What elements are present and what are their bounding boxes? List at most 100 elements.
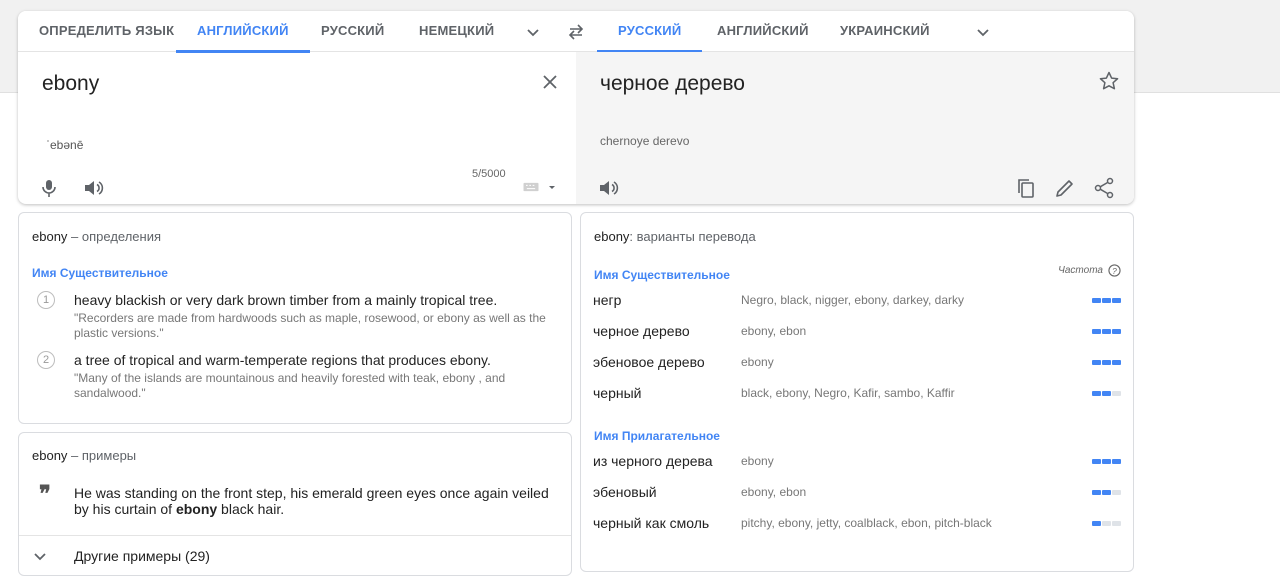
frequency-bars — [1092, 329, 1121, 334]
frequency-bar-segment — [1102, 521, 1111, 526]
frequency-bars — [1092, 298, 1121, 303]
examples-title-suffix: – примеры — [67, 448, 137, 463]
tab-target-ukrainian[interactable]: УКРАИНСКИЙ — [840, 11, 930, 52]
frequency-bar-segment — [1112, 521, 1121, 526]
frequency-bars — [1092, 490, 1121, 495]
frequency-bar-segment — [1102, 298, 1111, 303]
clear-text-icon[interactable] — [538, 70, 562, 94]
svg-text:?: ? — [1112, 266, 1117, 276]
star-icon[interactable] — [1097, 69, 1121, 93]
example-highlight: ebony — [175, 501, 218, 517]
translation-transliteration: chernoye derevo — [600, 134, 690, 148]
definition-number: 1 — [37, 291, 55, 309]
variant-word[interactable]: черный — [593, 385, 641, 401]
keyboard-dropdown-icon[interactable] — [545, 175, 559, 199]
variant-synonyms: Negro, black, nigger, ebony, darkey, dar… — [741, 293, 965, 307]
share-icon[interactable] — [1092, 176, 1116, 200]
variant-row[interactable]: эбеновое дерево ebony — [593, 352, 1121, 376]
variant-synonyms: ebony, ebon — [741, 485, 807, 499]
translation-card: ОПРЕДЕЛИТЬ ЯЗЫК АНГЛИЙСКИЙ РУССКИЙ НЕМЕЦ… — [18, 11, 1134, 204]
definition-text: heavy blackish or very dark brown timber… — [74, 292, 498, 308]
examples-word: ebony — [32, 448, 68, 463]
variant-word[interactable]: черный как смоль — [593, 515, 709, 531]
tab-source-german[interactable]: НЕМЕЦКИЙ — [419, 11, 494, 52]
variant-row[interactable]: черный black, ebony, Negro, Kafir, sambo… — [593, 383, 1121, 407]
frequency-bar-segment — [1092, 329, 1101, 334]
source-pane: ebony ˈebənē 5/5000 — [18, 52, 576, 204]
language-tabs-bar: ОПРЕДЕЛИТЬ ЯЗЫК АНГЛИЙСКИЙ РУССКИЙ НЕМЕЦ… — [18, 11, 1134, 53]
frequency-bars — [1092, 521, 1121, 526]
frequency-bar-segment — [1092, 360, 1101, 365]
frequency-bar-segment — [1092, 521, 1101, 526]
variant-row[interactable]: из черного дерева ebony — [593, 451, 1121, 475]
example-text-before: He was standing on the front step, his e… — [74, 485, 549, 517]
frequency-bar-segment — [1102, 391, 1111, 396]
variants-title-suffix: : варианты перевода — [629, 229, 756, 244]
more-examples-label: Другие примеры (29) — [74, 548, 210, 564]
translation-text: черное дерево — [600, 72, 745, 95]
examples-card: ebony – примеры ❞ He was standing on the… — [18, 432, 572, 576]
chevron-down-icon — [34, 553, 46, 561]
definition-text: a tree of tropical and warm-temperate re… — [74, 352, 491, 368]
variant-synonyms: ebony, ebon — [741, 324, 807, 338]
character-counter: 5/5000 — [472, 168, 506, 180]
frequency-bar-segment — [1102, 329, 1111, 334]
variant-row[interactable]: негр Negro, black, nigger, ebony, darkey… — [593, 290, 1121, 314]
variant-word[interactable]: эбеновое дерево — [593, 354, 705, 370]
frequency-bars — [1092, 459, 1121, 464]
variants-part-of-speech: Имя Существительное — [594, 268, 730, 282]
frequency-bars — [1092, 391, 1121, 396]
tab-target-english[interactable]: АНГЛИЙСКИЙ — [717, 11, 809, 52]
variants-part-of-speech: Имя Прилагательное — [594, 429, 720, 443]
tab-target-russian[interactable]: РУССКИЙ — [596, 11, 703, 53]
microphone-icon[interactable] — [37, 176, 61, 200]
examples-title: ebony – примеры — [32, 448, 136, 463]
variant-synonyms: black, ebony, Negro, Kafir, sambo, Kaffi… — [741, 386, 955, 400]
variants-word: ebony — [594, 229, 630, 244]
copy-icon[interactable] — [1014, 176, 1038, 200]
tab-source-english[interactable]: АНГЛИЙСКИЙ — [176, 11, 310, 53]
definitions-card: ebony – определения Имя Существительное … — [18, 212, 572, 424]
more-examples-button[interactable]: Другие примеры (29) — [19, 535, 571, 575]
edit-pencil-icon[interactable] — [1053, 176, 1077, 200]
translation-variants-card: ebony: варианты перевода Частота ? Имя С… — [580, 212, 1134, 572]
definitions-title-suffix: – определения — [67, 229, 161, 244]
variant-word[interactable]: черное дерево — [593, 323, 690, 339]
tab-source-russian[interactable]: РУССКИЙ — [321, 11, 384, 52]
variants-title: ebony: варианты перевода — [594, 229, 756, 244]
swap-languages-icon[interactable] — [566, 22, 586, 42]
definitions-title: ebony – определения — [32, 229, 161, 244]
variant-row[interactable]: черный как смоль pitchy, ebony, jetty, c… — [593, 513, 1121, 537]
keyboard-icon[interactable] — [521, 175, 541, 199]
frequency-bar-segment — [1112, 490, 1121, 495]
frequency-bar-segment — [1092, 298, 1101, 303]
definition-number: 2 — [37, 351, 55, 369]
example-text-after: black hair. — [217, 501, 285, 517]
source-more-languages-chevron-icon[interactable] — [525, 24, 541, 40]
target-more-languages-chevron-icon[interactable] — [975, 24, 991, 40]
frequency-header: Частота ? — [1058, 264, 1121, 277]
variant-synonyms: ebony — [741, 355, 774, 369]
frequency-bar-segment — [1112, 329, 1121, 334]
target-pane: черное дерево chernoye derevo — [576, 52, 1134, 204]
variant-word[interactable]: эбеновый — [593, 484, 657, 500]
variant-row[interactable]: черное дерево ebony, ebon — [593, 321, 1121, 345]
source-speaker-icon[interactable] — [81, 176, 105, 200]
frequency-bar-segment — [1102, 459, 1111, 464]
variant-row[interactable]: эбеновый ebony, ebon — [593, 482, 1121, 506]
frequency-bar-segment — [1102, 490, 1111, 495]
frequency-bars — [1092, 360, 1121, 365]
definition-example: "Many of the islands are mountainous and… — [74, 371, 506, 400]
target-speaker-icon[interactable] — [596, 176, 620, 200]
variant-synonyms: ebony — [741, 454, 774, 468]
tab-detect-language[interactable]: ОПРЕДЕЛИТЬ ЯЗЫК — [39, 11, 174, 52]
variant-word[interactable]: из черного дерева — [593, 453, 713, 469]
source-text-input[interactable]: ebony — [42, 72, 99, 96]
frequency-bar-segment — [1112, 298, 1121, 303]
frequency-bar-segment — [1112, 391, 1121, 396]
frequency-label: Частота — [1058, 265, 1103, 276]
variant-word[interactable]: негр — [593, 292, 621, 308]
definitions-part-of-speech: Имя Существительное — [32, 266, 168, 280]
quote-icon: ❞ — [39, 481, 51, 507]
help-icon[interactable]: ? — [1108, 264, 1121, 277]
